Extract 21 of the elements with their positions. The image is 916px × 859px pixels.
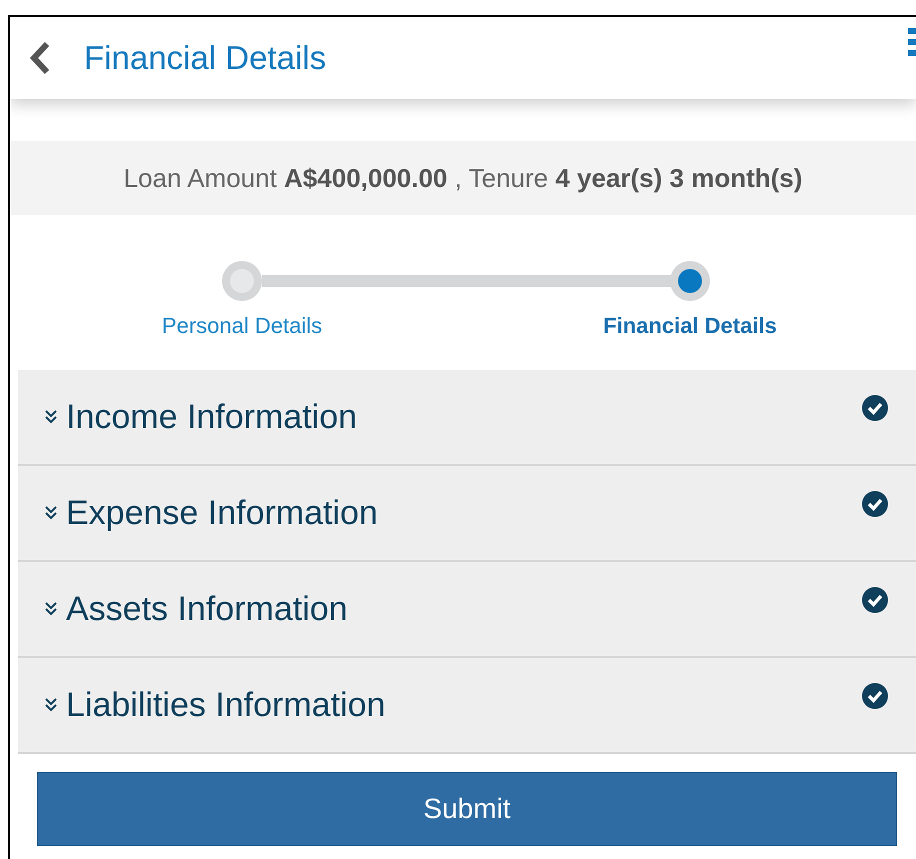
- accordion-header[interactable]: Liabilities Information: [18, 658, 916, 754]
- page-title: Financial Details: [84, 38, 326, 78]
- submit-button[interactable]: Submit: [37, 772, 897, 846]
- accordion-header[interactable]: Income Information: [18, 370, 916, 466]
- loan-summary: Loan Amount A$400,000.00 , Tenure 4 year(s) 3 month(s): [124, 162, 802, 194]
- double-chevron-icon: [44, 505, 58, 521]
- back-icon: [29, 41, 51, 75]
- section-title: Expense Information: [66, 492, 378, 534]
- double-chevron-icon: [44, 697, 58, 713]
- step-label[interactable]: Financial Details: [603, 309, 777, 342]
- step-label[interactable]: Personal Details: [162, 309, 322, 342]
- accordion-header[interactable]: Expense Information: [18, 466, 916, 562]
- section-title: Assets Information: [66, 588, 348, 630]
- section-title: Income Information: [66, 396, 358, 438]
- kebab-menu-icon: [908, 28, 916, 58]
- accordion-header[interactable]: Assets Information: [18, 562, 916, 658]
- step-marker[interactable]: [670, 261, 710, 301]
- double-chevron-icon: [44, 409, 58, 425]
- section-title: Liabilities Information: [66, 684, 386, 726]
- double-chevron-icon: [44, 601, 58, 617]
- step-marker[interactable]: [222, 261, 262, 301]
